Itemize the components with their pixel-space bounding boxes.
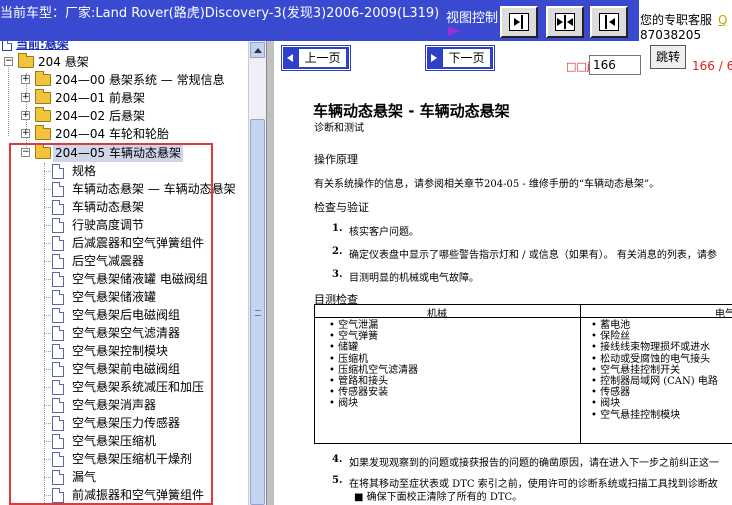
column-header-mechanical: 机械 xyxy=(427,309,447,320)
folder-icon xyxy=(35,71,51,86)
list-item: 压缩机 xyxy=(329,354,418,365)
page-title: 车辆动态悬架 - 车辆动态悬架 xyxy=(313,102,510,120)
step-number: 5. xyxy=(332,475,343,486)
list-item: 传感器安装 xyxy=(329,387,418,398)
list-item: 控制器局域网 (CAN) 电路 xyxy=(591,376,718,387)
step-number: 2. xyxy=(332,246,343,257)
list-item: 空气悬挂控制模块 xyxy=(591,410,718,421)
expand-icon[interactable]: + xyxy=(21,75,30,84)
expand-icon[interactable]: + xyxy=(21,111,30,120)
list-item: 阀块 xyxy=(591,398,718,409)
pane-right-icon xyxy=(509,13,529,31)
list-item: 储罐 xyxy=(329,342,418,353)
step-bullet: ■ 确保下面校正清除了所有的 DTC。 xyxy=(354,492,523,503)
next-page-button[interactable]: 下一页 xyxy=(425,45,495,71)
pane-splitter[interactable] xyxy=(266,41,274,505)
folder-open-icon xyxy=(18,53,34,68)
page-number-input[interactable] xyxy=(589,55,641,75)
scroll-up-icon[interactable] xyxy=(250,42,265,58)
step-number: 1. xyxy=(332,223,343,234)
top-bar: 当前车型：厂家:Land Rover(路虎)Discovery-3(发现3)20… xyxy=(0,0,732,41)
next-page-label: 下一页 xyxy=(443,49,490,67)
collapse-icon[interactable]: − xyxy=(4,57,13,66)
service-phone: 87038205 xyxy=(640,28,702,41)
tree-root-label: 当前:悬架 xyxy=(16,41,69,51)
prev-page-button[interactable]: 上一页 xyxy=(281,45,351,71)
tree-scrollbar[interactable] xyxy=(248,41,266,505)
page-count: 166 / 6 xyxy=(692,59,732,73)
view-split-button[interactable] xyxy=(546,6,584,38)
principle-text: 有关系统操作的信息，请参阅相关章节204-05 - 维修手册的“车辆动态悬架”。 xyxy=(314,179,660,190)
list-item: 保险丝 xyxy=(591,331,718,342)
list-item: 蓄电池 xyxy=(591,320,718,331)
scroll-thumb[interactable] xyxy=(250,119,265,505)
arrow-right-icon xyxy=(431,54,437,62)
page-nav-bar: 上一页 下一页 □□jl 跳转 166 / 6 xyxy=(274,41,732,78)
jump-button[interactable]: 跳转 xyxy=(650,45,686,69)
manual-page: 车辆动态悬架 - 车辆动态悬架 诊断和测试 操作原理 有关系统操作的信息，请参阅… xyxy=(274,78,732,505)
tree-group-label: 204—02 后悬架 xyxy=(55,109,145,123)
step-number: 3. xyxy=(332,269,343,280)
step-bullet-text: 确保下面校正清除了所有的 DTC。 xyxy=(366,492,523,503)
column-header-electrical: 电气 xyxy=(715,309,732,320)
list-item: 管路和接头 xyxy=(329,376,418,387)
step-text: 如果发现观察到的问题或接获报告的问题的确凿原因，请在进入下一步之前纠正这一 xyxy=(349,458,719,469)
principle-heading: 操作原理 xyxy=(314,153,358,166)
view-control-label: 视图控制 xyxy=(446,11,499,26)
service-label: 您的专职客服 xyxy=(640,13,713,27)
step-text: 核实客户问题。 xyxy=(349,227,419,238)
list-item: 空气悬挂控制开关 xyxy=(591,365,718,376)
list-item: 阀块 xyxy=(329,398,418,409)
tree-section-label: 204 悬架 xyxy=(38,55,89,69)
list-item: 压缩机空气滤清器 xyxy=(329,365,418,376)
highlight-box xyxy=(9,143,213,505)
current-vehicle-label: 当前车型：厂家:Land Rover(路虎)Discovery-3(发现3)20… xyxy=(0,6,440,21)
mechanical-list: 空气泄漏 空气弹簧 储罐 压缩机 压缩机空气滤清器 管路和接头 传感器安装 阀块 xyxy=(329,320,418,410)
customer-service-box: 您的专职客服 Q 87038205 xyxy=(639,0,732,41)
step-number: 4. xyxy=(332,454,343,465)
folder-icon xyxy=(35,89,51,104)
list-item: 松动或受腐蚀的电气接头 xyxy=(591,354,718,365)
prev-page-label: 上一页 xyxy=(299,49,346,67)
inspect-heading: 检查与验证 xyxy=(314,201,369,214)
play-arrow-icon xyxy=(448,26,460,36)
step-text: 确定仪表盘中显示了哪些警告指示灯和 / 或信息（如果有）。 有关消息的列表，请参 xyxy=(349,250,717,261)
view-left-panel-button[interactable] xyxy=(590,6,628,38)
list-item: 传感器 xyxy=(591,387,718,398)
step-text: 目测明显的机械或电气故障。 xyxy=(349,273,479,284)
pane-split-icon xyxy=(555,13,575,31)
arrow-left-icon xyxy=(287,54,293,62)
service-qq-link[interactable]: Q xyxy=(718,13,727,27)
folder-icon xyxy=(35,125,51,140)
list-item: 空气泄漏 xyxy=(329,320,418,331)
folder-icon xyxy=(35,107,51,122)
book-icon xyxy=(2,41,12,51)
pane-left-icon xyxy=(599,13,619,31)
expand-icon[interactable]: + xyxy=(21,129,30,138)
chapter-tree: 当前:悬架 − 204 悬架 + 204—00 悬架系统 — 常规信息 + 20… xyxy=(0,41,248,505)
visual-inspection-table: 机械 电气 空气泄漏 空气弹簧 储罐 压缩机 压缩机空气滤清器 管路和接头 传感… xyxy=(314,304,732,444)
electrical-list: 蓄电池 保险丝 接线线束物理损坏或进水 松动或受腐蚀的电气接头 空气悬挂控制开关… xyxy=(591,320,718,421)
page-subtitle: 诊断和测试 xyxy=(314,123,364,134)
tree-group-label: 204—01 前悬架 xyxy=(55,91,145,105)
list-item: 接线线束物理损坏或进水 xyxy=(591,342,718,353)
view-right-panel-button[interactable] xyxy=(500,6,538,38)
tree-group-label: 204—00 悬架系统 — 常规信息 xyxy=(55,73,225,87)
list-item: 空气弹簧 xyxy=(329,331,418,342)
expand-icon[interactable]: + xyxy=(21,93,30,102)
tree-group-label: 204—04 车轮和轮胎 xyxy=(55,127,169,141)
